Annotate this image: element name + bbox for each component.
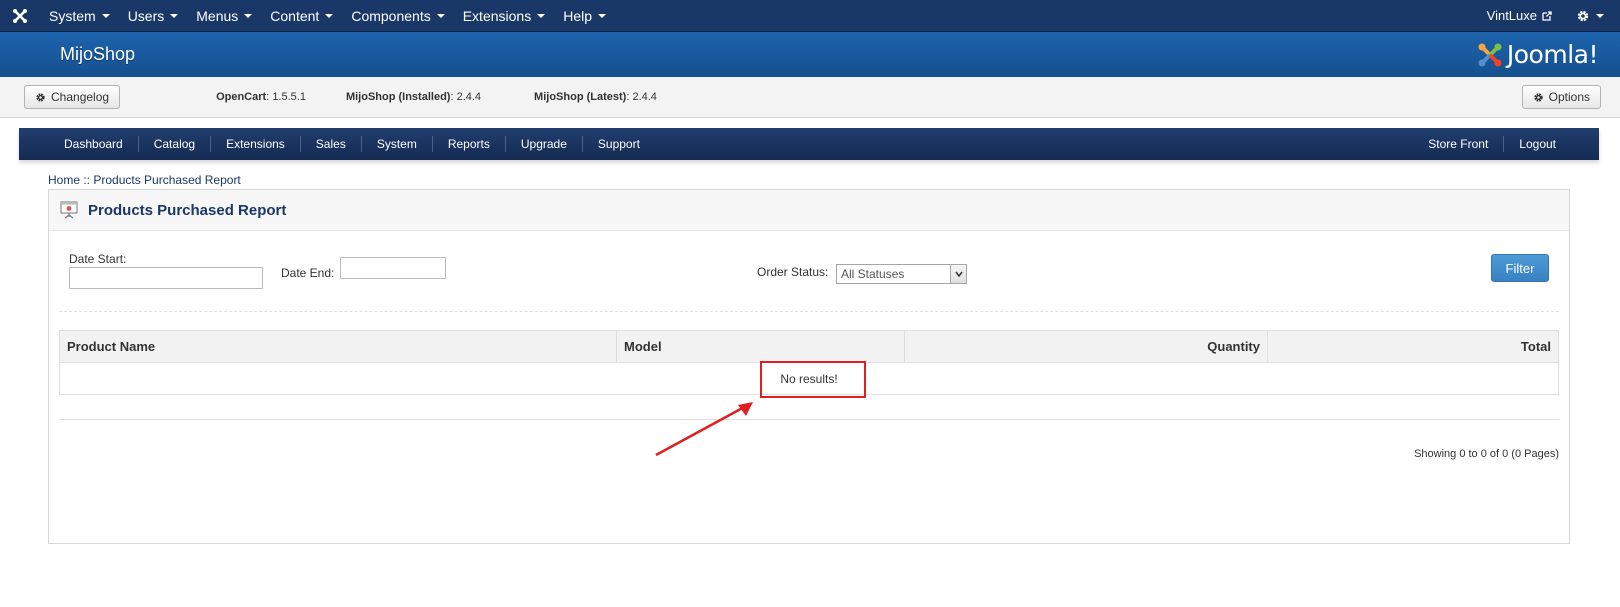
- chevron-down-icon: [954, 271, 963, 277]
- nav-system[interactable]: System: [362, 136, 433, 152]
- admin-topbar: System Users Menus Content Components Ex…: [0, 0, 1620, 32]
- filter-button[interactable]: Filter: [1491, 254, 1549, 282]
- joomla-brand-icon: [1478, 43, 1502, 66]
- menu-components[interactable]: Components: [342, 0, 453, 32]
- pagination-results: Showing 0 to 0 of 0 (0 Pages): [1414, 448, 1559, 460]
- menu-label: Menus: [196, 7, 239, 24]
- admin-menu: System Users Menus Content Components Ex…: [40, 0, 615, 32]
- date-end-label: Date End:: [281, 266, 335, 280]
- menu-label: Help: [563, 7, 592, 24]
- annotation-arrow-icon: [655, 402, 753, 457]
- settings-menu[interactable]: [1576, 9, 1604, 23]
- site-link[interactable]: VintLuxe: [1487, 8, 1552, 23]
- gear-icon: [36, 92, 45, 102]
- info-value: 2.4.4: [632, 91, 657, 103]
- joomla-logo-icon[interactable]: [0, 0, 40, 32]
- order-status-select[interactable]: All Statuses: [836, 264, 967, 284]
- nav-logout[interactable]: Logout: [1504, 136, 1571, 152]
- info-label: MijoShop (Installed): [345, 91, 451, 103]
- caret-down-icon: [436, 13, 445, 18]
- breadcrumb-separator: ::: [80, 173, 94, 187]
- annotation-highlight-box: [760, 361, 866, 398]
- menu-label: Content: [270, 7, 320, 24]
- gear-icon: [1533, 92, 1543, 102]
- report-title: Products Purchased Report: [88, 201, 287, 219]
- menu-system[interactable]: System: [40, 0, 119, 32]
- date-start-label: Date Start:: [69, 252, 127, 266]
- caret-down-icon: [101, 13, 110, 18]
- table-header-row: Product Name Model Quantity Total: [59, 330, 1559, 363]
- column-quantity[interactable]: Quantity: [904, 330, 1268, 363]
- breadcrumb-current[interactable]: Products Purchased Report: [93, 173, 240, 187]
- joomla-wordmark: Joomla!: [1506, 40, 1599, 69]
- caret-down-icon: [170, 13, 179, 18]
- nav-upgrade[interactable]: Upgrade: [506, 136, 583, 152]
- nav-reports[interactable]: Reports: [433, 136, 506, 152]
- options-button[interactable]: Options: [1521, 85, 1601, 109]
- external-link-icon: [1542, 10, 1552, 21]
- navbar-right: Store Front Logout: [1413, 136, 1571, 152]
- column-total[interactable]: Total: [1267, 330, 1559, 363]
- menu-label: Extensions: [462, 7, 532, 24]
- gear-icon: [1577, 10, 1589, 21]
- menu-label: System: [49, 7, 96, 24]
- divider: [59, 419, 1559, 420]
- divider: [59, 311, 1559, 312]
- caret-down-icon: [244, 13, 253, 18]
- column-product-name[interactable]: Product Name: [59, 330, 617, 363]
- joomla-brand: Joomla!: [1477, 40, 1599, 69]
- date-start-input[interactable]: [69, 267, 263, 289]
- changelog-button[interactable]: Changelog: [24, 85, 121, 109]
- info-label: OpenCart: [216, 91, 267, 103]
- options-label: Options: [1548, 90, 1590, 104]
- caret-down-icon: [1596, 13, 1604, 18]
- toolbar: Changelog OpenCart: 1.5.5.1 MijoShop (In…: [0, 77, 1620, 118]
- opencart-version: OpenCart: 1.5.5.1: [216, 91, 306, 103]
- menu-label: Users: [127, 7, 165, 24]
- info-label: MijoShop (Latest): [534, 91, 627, 103]
- component-title: MijoShop: [60, 44, 136, 64]
- info-value: 2.4.4: [456, 91, 482, 103]
- nav-store-front[interactable]: Store Front: [1413, 136, 1505, 152]
- shop-navbar: Dashboard Catalog Extensions Sales Syste…: [19, 128, 1599, 160]
- nav-support[interactable]: Support: [583, 136, 655, 152]
- date-end-input[interactable]: [340, 257, 446, 279]
- latest-version: MijoShop (Latest): 2.4.4: [534, 91, 657, 103]
- order-status-label: Order Status:: [757, 265, 829, 279]
- nav-catalog[interactable]: Catalog: [139, 136, 212, 152]
- order-status-value: All Statuses: [841, 267, 905, 281]
- site-name: VintLuxe: [1486, 8, 1537, 23]
- caret-down-icon: [598, 13, 606, 18]
- nav-extensions[interactable]: Extensions: [211, 136, 301, 152]
- menu-menus[interactable]: Menus: [187, 0, 261, 32]
- filter-form: Date Start: Date End: Order Status: All …: [69, 250, 1549, 300]
- info-value: 1.5.5.1: [272, 91, 306, 103]
- menu-help[interactable]: Help: [554, 0, 615, 32]
- report-icon: [60, 201, 78, 219]
- select-arrow: [950, 265, 966, 283]
- menu-label: Components: [351, 7, 431, 24]
- breadcrumb: Home :: Products Purchased Report: [48, 173, 241, 187]
- caret-down-icon: [325, 13, 334, 18]
- installed-version: MijoShop (Installed): 2.4.4: [345, 91, 482, 103]
- column-model[interactable]: Model: [616, 330, 905, 363]
- component-header: MijoShop Joomla!: [0, 32, 1620, 77]
- topbar-right: VintLuxe: [1487, 0, 1620, 32]
- changelog-label: Changelog: [51, 90, 110, 104]
- report-heading: Products Purchased Report: [49, 190, 1569, 231]
- breadcrumb-home[interactable]: Home: [48, 173, 80, 187]
- menu-extensions[interactable]: Extensions: [454, 0, 554, 32]
- nav-dashboard[interactable]: Dashboard: [49, 136, 139, 152]
- menu-content[interactable]: Content: [261, 0, 342, 32]
- nav-sales[interactable]: Sales: [301, 136, 362, 152]
- menu-users[interactable]: Users: [119, 0, 188, 32]
- caret-down-icon: [537, 13, 546, 18]
